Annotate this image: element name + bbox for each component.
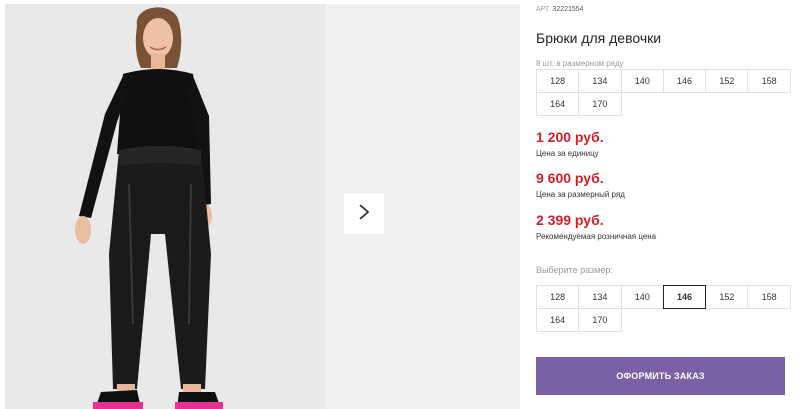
size-run-item: 134 — [578, 69, 622, 93]
product-gallery — [5, 4, 520, 409]
size-run-item: 146 — [662, 69, 707, 93]
article-value: 32221554 — [552, 6, 584, 13]
retail-price: 2 399 руб. — [536, 212, 604, 228]
article-label: АРТ. — [536, 6, 551, 13]
article-number: АРТ. 32221554 — [536, 6, 584, 13]
size-run-grid: 128 134 140 146 152 158 164 170 — [536, 69, 791, 116]
size-run-price-label: Цена за размерный ряд — [536, 190, 625, 199]
unit-price-label: Цена за единицу — [536, 149, 599, 158]
size-option[interactable]: 140 — [620, 285, 664, 309]
unit-price: 1 200 руб. — [536, 129, 604, 145]
size-option[interactable]: 158 — [747, 285, 791, 309]
retail-price-label: Рекомендуемая розничная цена — [536, 232, 657, 241]
size-run-item: 158 — [747, 69, 791, 93]
size-option[interactable]: 128 — [536, 285, 580, 309]
size-run-item: 152 — [705, 69, 749, 93]
size-picker: 128 134 140 146 152 158 164 170 — [536, 285, 791, 332]
size-run-price: 9 600 руб. — [536, 170, 604, 186]
size-option[interactable]: 152 — [705, 285, 749, 309]
size-run-item: 128 — [536, 69, 580, 93]
size-option[interactable]: 134 — [578, 285, 622, 309]
place-order-button[interactable]: ОФОРМИТЬ ЗАКАЗ — [536, 357, 785, 395]
product-title: Брюки для девочки — [536, 30, 662, 46]
size-run-item: 140 — [620, 69, 664, 93]
size-picker-label: Выберите размер: — [536, 265, 613, 275]
size-option[interactable]: 170 — [578, 308, 622, 332]
chevron-right-icon — [357, 203, 371, 226]
gallery-next-button[interactable] — [344, 194, 384, 234]
size-run-item: 170 — [578, 92, 622, 116]
size-option[interactable]: 164 — [536, 308, 580, 332]
size-run-item: 164 — [536, 92, 580, 116]
size-option-selected[interactable]: 146 — [662, 285, 707, 309]
size-run-note: 8 шт. в размерном ряду — [536, 59, 624, 68]
product-photo — [5, 4, 325, 409]
